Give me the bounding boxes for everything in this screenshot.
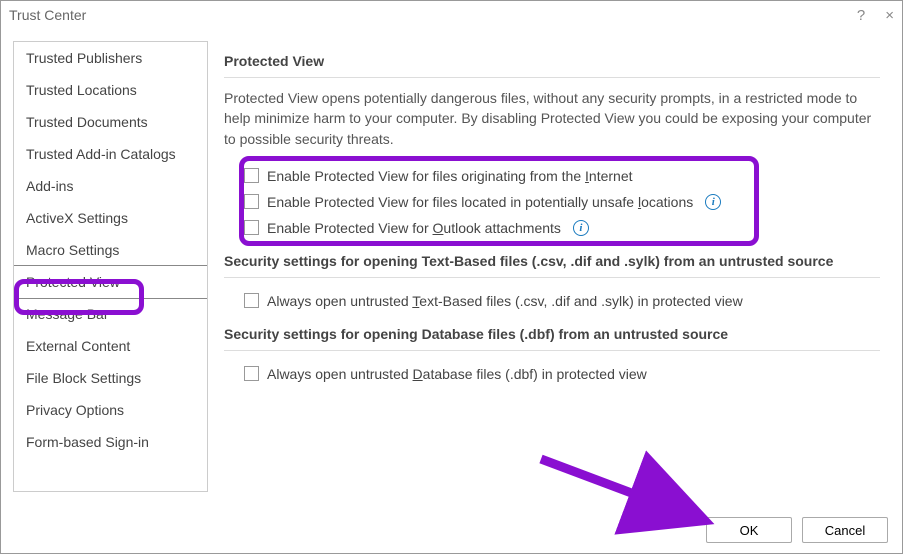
checkbox-pv-internet[interactable]: Enable Protected View for files originat… [236,163,880,189]
main-panel: Protected View Protected View opens pote… [224,41,890,492]
sidebar-item-privacy-options[interactable]: Privacy Options [14,394,207,426]
sidebar: Trusted Publishers Trusted Locations Tru… [13,41,208,492]
sidebar-item-external-content[interactable]: External Content [14,330,207,362]
section-header-database-files: Security settings for opening Database f… [224,326,880,351]
sidebar-item-trusted-addin-catalogs[interactable]: Trusted Add-in Catalogs [14,138,207,170]
checkbox-icon[interactable] [244,168,259,183]
sidebar-item-file-block-settings[interactable]: File Block Settings [14,362,207,394]
titlebar: Trust Center ? × [1,1,902,29]
close-icon[interactable]: × [885,7,894,24]
button-bar: OK Cancel [706,517,888,543]
ok-button[interactable]: OK [706,517,792,543]
sidebar-item-addins[interactable]: Add-ins [14,170,207,202]
checkbox-label: Enable Protected View for files located … [267,194,693,210]
cancel-button[interactable]: Cancel [802,517,888,543]
checkbox-icon[interactable] [244,194,259,209]
protected-view-description: Protected View opens potentially dangero… [224,88,880,149]
checkbox-label: Always open untrusted Database files (.d… [267,366,647,382]
checkbox-icon[interactable] [244,220,259,235]
titlebar-controls: ? × [857,7,894,24]
sidebar-item-message-bar[interactable]: Message Bar [14,298,207,330]
checkbox-icon[interactable] [244,366,259,381]
content-area: Trusted Publishers Trusted Locations Tru… [1,29,902,504]
help-icon[interactable]: ? [857,7,865,24]
info-icon[interactable]: i [573,220,589,236]
section-header-text-files: Security settings for opening Text-Based… [224,253,880,278]
section-header-protected-view: Protected View [224,53,880,78]
sidebar-item-protected-view[interactable]: Protected View [13,265,208,299]
info-icon[interactable]: i [705,194,721,210]
checkbox-label: Enable Protected View for files originat… [267,168,633,184]
sidebar-item-trusted-locations[interactable]: Trusted Locations [14,74,207,106]
checkbox-pv-unsafe-locations[interactable]: Enable Protected View for files located … [236,189,880,215]
sidebar-item-trusted-publishers[interactable]: Trusted Publishers [14,42,207,74]
sidebar-item-activex-settings[interactable]: ActiveX Settings [14,202,207,234]
checkbox-database-files[interactable]: Always open untrusted Database files (.d… [236,361,880,387]
sidebar-item-form-based-signin[interactable]: Form-based Sign-in [14,426,207,458]
checkbox-text-files[interactable]: Always open untrusted Text-Based files (… [236,288,880,314]
sidebar-item-trusted-documents[interactable]: Trusted Documents [14,106,207,138]
checkbox-label: Always open untrusted Text-Based files (… [267,293,743,309]
window-title: Trust Center [9,7,857,23]
checkbox-pv-outlook[interactable]: Enable Protected View for Outlook attach… [236,215,880,241]
sidebar-item-macro-settings[interactable]: Macro Settings [14,234,207,266]
checkbox-icon[interactable] [244,293,259,308]
checkbox-label: Enable Protected View for Outlook attach… [267,220,561,236]
